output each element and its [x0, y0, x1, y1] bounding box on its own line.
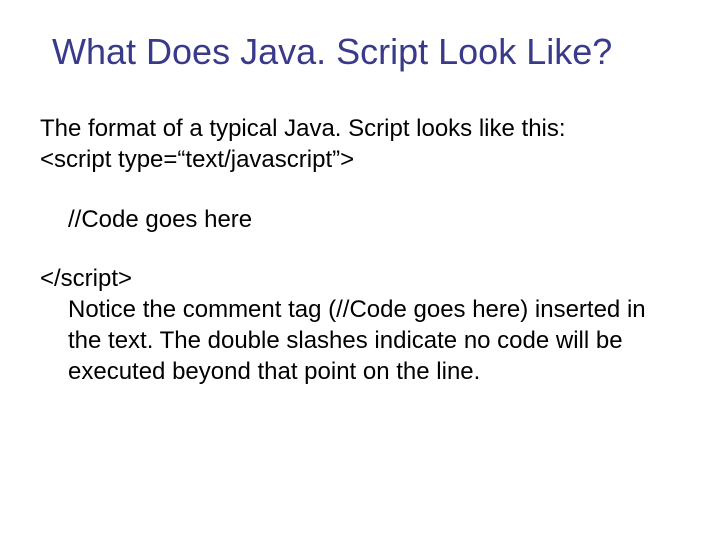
slide: What Does Java. Script Look Like? The fo…	[0, 0, 720, 540]
body-line-close-tag: </script>	[40, 263, 680, 294]
body-line-open-tag: <script type=“text/javascript”>	[40, 144, 680, 175]
body-line-intro: The format of a typical Java. Script loo…	[40, 113, 680, 144]
spacer	[40, 235, 680, 263]
spacer	[40, 176, 680, 204]
body-line-explanation: Notice the comment tag (//Code goes here…	[40, 294, 680, 388]
slide-body: The format of a typical Java. Script loo…	[40, 113, 680, 387]
slide-title: What Does Java. Script Look Like?	[52, 30, 680, 73]
body-line-code-comment: //Code goes here	[40, 204, 680, 235]
